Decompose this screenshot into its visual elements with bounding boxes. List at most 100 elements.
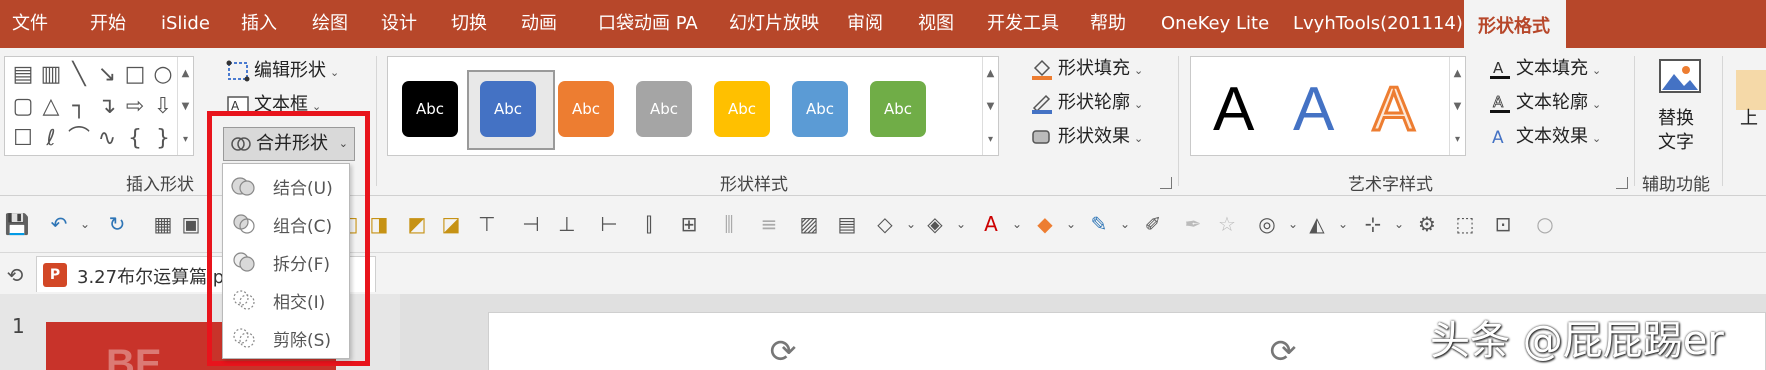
tab-help[interactable]: 帮助 (1090, 0, 1126, 48)
shape-styles-gallery[interactable]: Abc Abc Abc Abc Abc Abc Abc ▲ ▼ ▾ (387, 56, 999, 156)
rotate-handle-icon[interactable]: ⟳ (1265, 333, 1301, 369)
tab-transitions[interactable]: 切换 (451, 0, 487, 48)
tab-islide[interactable]: iSlide (161, 0, 210, 48)
shape-style-light-blue[interactable]: Abc (792, 81, 848, 137)
menu-item-subtract[interactable]: 剪除(S) (223, 318, 351, 356)
text-fill-button[interactable]: A 文本填充 ⌄ (1488, 54, 1601, 84)
chevron-down-icon[interactable]: ⌄ (1112, 211, 1138, 237)
rounded-rect-shape-icon[interactable]: ▢ (9, 93, 37, 121)
wordart-style-blue[interactable]: A (1293, 77, 1334, 143)
format-icon[interactable]: ▣ (178, 211, 204, 237)
tab-home[interactable]: 开始 (90, 0, 126, 48)
wordart-launcher-icon[interactable] (1616, 177, 1628, 189)
arc-shape-icon[interactable]: ⌒ (65, 125, 93, 153)
shape-style-gray[interactable]: Abc (636, 81, 692, 137)
wordart-scroll[interactable]: ▲ ▼ ▾ (1449, 57, 1465, 155)
wordart-style-orange-outline[interactable]: A (1371, 75, 1415, 144)
merge-shapes-button[interactable]: 合并形状 ⌄ (223, 127, 355, 161)
scroll-down-icon[interactable]: ▼ (1450, 90, 1465, 123)
bring-to-front-icon[interactable]: ◩ (404, 211, 430, 237)
menu-item-fragment[interactable]: 拆分(F) (223, 242, 351, 280)
animation-icon[interactable]: ⚙ (1414, 211, 1440, 237)
triangle-shape-icon[interactable]: △ (37, 93, 65, 121)
shape-styles-scroll[interactable]: ▲ ▼ ▾ (982, 57, 998, 155)
scroll-down-icon[interactable]: ▼ (178, 90, 193, 123)
tab-slideshow[interactable]: 幻灯片放映 (729, 0, 819, 48)
chevron-down-icon[interactable]: ⌄ (1386, 211, 1412, 237)
menu-item-combine[interactable]: 组合(C) (223, 204, 351, 242)
chevron-down-icon[interactable]: ⌄ (1280, 211, 1306, 237)
tab-shape-format[interactable]: 形状格式 (1464, 0, 1566, 48)
cut-off-group-label[interactable]: 上 (1740, 104, 1758, 130)
tab-file[interactable]: 文件 (12, 0, 48, 48)
freeform-shape-icon[interactable]: ☐ (9, 125, 37, 153)
tab-animations[interactable]: 动画 (521, 0, 557, 48)
shape-style-gold[interactable]: Abc (714, 81, 770, 137)
save-icon[interactable]: 💾 (4, 211, 30, 237)
undo-icon[interactable]: ↶ (46, 211, 72, 237)
chevron-down-icon[interactable]: ⌄ (898, 211, 924, 237)
eyedropper-icon[interactable]: ✒ (1180, 211, 1206, 237)
star-icon[interactable]: ☆ (1214, 211, 1240, 237)
tab-developer[interactable]: 开发工具 (987, 0, 1059, 48)
distribute-horizontal-icon[interactable]: ⫼ (716, 211, 742, 237)
group-icon[interactable]: ⊡ (1490, 211, 1516, 237)
chevron-down-icon[interactable]: ⌄ (1004, 211, 1030, 237)
scribble-shape-icon[interactable]: ℓ (37, 125, 65, 153)
chevron-down-icon[interactable]: ⌄ (1330, 211, 1356, 237)
menu-item-intersect[interactable]: 相交(I) (223, 280, 351, 318)
alt-text-button[interactable]: 替换 文字 (1650, 56, 1710, 160)
gallery-more-icon[interactable]: ▾ (983, 123, 998, 156)
shapes-gallery-scroll[interactable]: ▲ ▼ ▾ (177, 57, 193, 155)
crop-icon[interactable]: ⊹ (1360, 211, 1386, 237)
flip-icon[interactable]: ◭ (1304, 211, 1330, 237)
format-painter-icon[interactable]: ✐ (1140, 211, 1166, 237)
tab-view[interactable]: 视图 (918, 0, 954, 48)
tab-pocket-animation[interactable]: 口袋动画 PA (598, 0, 698, 48)
rotate-handle-icon[interactable]: ⟳ (765, 333, 801, 369)
shape-effects-button[interactable]: 形状效果 ⌄ (1030, 122, 1143, 152)
align-center-icon[interactable]: ⫿ (636, 211, 662, 237)
shapes-gallery[interactable]: ▤ ▥ ╲ ↘ □ ○ ▢ △ ┐ ↴ ⇨ ⇩ ☐ ℓ ⌒ ∿ { } ▲ ▼ … (4, 56, 194, 156)
shapes-icon[interactable]: ◇ (872, 211, 898, 237)
scroll-down-icon[interactable]: ▼ (983, 90, 998, 123)
right-brace-shape-icon[interactable]: } (149, 125, 177, 153)
left-brace-shape-icon[interactable]: { (121, 125, 149, 153)
chevron-down-icon[interactable]: ⌄ (1058, 211, 1084, 237)
picture-icon[interactable]: ▨ (796, 211, 822, 237)
align-top-icon[interactable]: ⊤ (474, 211, 500, 237)
scroll-up-icon[interactable]: ▲ (983, 57, 998, 90)
align-right-icon[interactable]: ⊣ (518, 211, 544, 237)
tab-insert[interactable]: 插入 (241, 0, 277, 48)
wordart-gallery[interactable]: A A A ▲ ▼ ▾ (1190, 56, 1466, 156)
send-to-back-icon[interactable]: ◪ (438, 211, 464, 237)
tab-draw[interactable]: 绘图 (312, 0, 348, 48)
chevron-down-icon[interactable]: ⌄ (72, 211, 98, 237)
shape-fill-button[interactable]: 形状填充 ⌄ (1030, 54, 1143, 84)
tab-lvyhtools[interactable]: LvyhTools(201114) (1293, 0, 1463, 48)
arrow-line-shape-icon[interactable]: ↘ (93, 61, 121, 89)
elbow-connector-shape-icon[interactable]: ┐ (65, 93, 93, 121)
edit-shape-button[interactable]: 编辑形状 ⌄ (226, 56, 339, 86)
tab-review[interactable]: 审阅 (847, 0, 883, 48)
right-arrow-shape-icon[interactable]: ⇨ (121, 93, 149, 121)
vertical-textbox-shape-icon[interactable]: ▥ (37, 61, 65, 89)
line-shape-icon[interactable]: ╲ (65, 61, 93, 89)
menu-item-union[interactable]: 结合(U) (223, 166, 351, 204)
elbow-arrow-shape-icon[interactable]: ↴ (93, 93, 121, 121)
select-icon[interactable]: ⬚ (1452, 211, 1478, 237)
history-icon[interactable]: ⟲ (2, 262, 28, 288)
align-left-icon[interactable]: ⊢ (596, 211, 622, 237)
edit-points-icon[interactable]: ◈ (922, 211, 948, 237)
text-effects-button[interactable]: A 文本效果 ⌄ (1488, 122, 1601, 152)
textbox-icon[interactable]: ▤ (834, 211, 860, 237)
gallery-more-icon[interactable]: ▾ (1450, 123, 1465, 156)
merge-shapes-icon[interactable]: ◎ (1254, 211, 1280, 237)
tab-onekey[interactable]: OneKey Lite (1161, 0, 1269, 48)
scroll-up-icon[interactable]: ▲ (178, 57, 193, 90)
tab-design[interactable]: 设计 (381, 0, 417, 48)
fill-color-icon[interactable]: ◆ (1032, 211, 1058, 237)
down-arrow-shape-icon[interactable]: ⇩ (149, 93, 177, 121)
textbox-shape-icon[interactable]: ▤ (9, 61, 37, 89)
shape-style-orange[interactable]: Abc (558, 81, 614, 137)
